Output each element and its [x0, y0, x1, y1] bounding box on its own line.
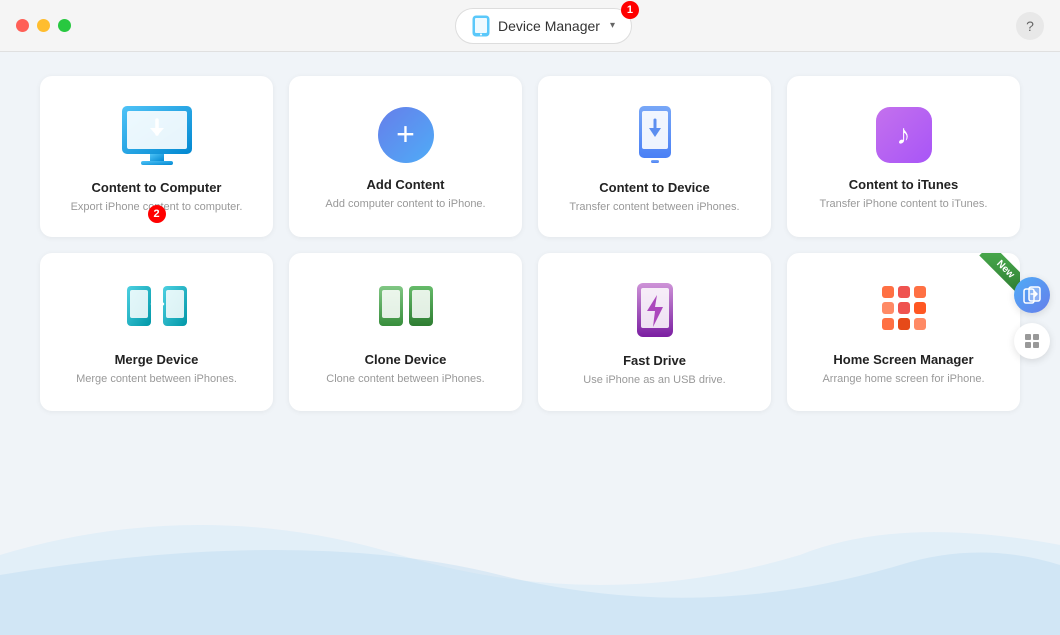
- close-button[interactable]: [16, 19, 29, 32]
- card-desc: Transfer content between iPhones.: [569, 200, 739, 215]
- fast-drive-icon: [629, 281, 681, 339]
- card-desc: Transfer iPhone content to iTunes.: [820, 197, 988, 212]
- card-fast-drive[interactable]: Fast Drive Use iPhone as an USB drive.: [538, 253, 771, 410]
- card-title: Content to Device: [599, 180, 710, 195]
- transfer-icon: [1023, 286, 1041, 304]
- new-badge: New: [968, 253, 1020, 305]
- card-title: Content to iTunes: [849, 177, 959, 192]
- card-title: Merge Device: [115, 352, 199, 367]
- maximize-button[interactable]: [58, 19, 71, 32]
- card-add-content[interactable]: + Add Content Add computer content to iP…: [289, 76, 522, 237]
- titlebar: Device Manager ▾ 1 ?: [0, 0, 1060, 52]
- notification-badge: 1: [621, 1, 639, 19]
- card-desc: Add computer content to iPhone.: [325, 197, 485, 212]
- card-title: Home Screen Manager: [833, 352, 973, 367]
- background-wave: [0, 475, 1060, 635]
- card-title: Fast Drive: [623, 353, 686, 368]
- card-badge: 2: [148, 205, 166, 223]
- card-clone-device[interactable]: Clone Device Clone content between iPhon…: [289, 253, 522, 410]
- content-to-computer-icon: [117, 104, 197, 166]
- card-content-to-itunes[interactable]: ♪ Content to iTunes Transfer iPhone cont…: [787, 76, 1020, 237]
- card-title: Clone Device: [365, 352, 447, 367]
- card-desc: Merge content between iPhones.: [76, 372, 237, 387]
- help-button[interactable]: ?: [1016, 12, 1044, 40]
- transfer-button[interactable]: [1014, 277, 1050, 313]
- card-content-to-device[interactable]: Content to Device Transfer content betwe…: [538, 76, 771, 237]
- card-merge-device[interactable]: Merge Device Merge content between iPhon…: [40, 253, 273, 410]
- card-title: Add Content: [367, 177, 445, 192]
- main-content: Content to Computer Export iPhone conten…: [0, 52, 1060, 435]
- itunes-circle-icon: ♪: [876, 107, 932, 163]
- card-title: Content to Computer: [92, 180, 222, 195]
- grid-icon: [1024, 333, 1040, 349]
- card-desc: Arrange home screen for iPhone.: [822, 372, 984, 387]
- app-selector-dropdown[interactable]: Device Manager ▾ 1: [455, 8, 632, 44]
- app-selector-label: Device Manager: [498, 18, 600, 34]
- grid-view-button[interactable]: [1014, 323, 1050, 359]
- minimize-button[interactable]: [37, 19, 50, 32]
- clone-device-icon: [375, 282, 437, 338]
- sidebar-right: [1014, 277, 1050, 359]
- card-content-to-computer[interactable]: Content to Computer Export iPhone conten…: [40, 76, 273, 237]
- card-home-screen-manager[interactable]: New Home Screen Manager Arrange home scr…: [787, 253, 1020, 410]
- chevron-down-icon: ▾: [610, 20, 615, 31]
- iphone-icon: [472, 15, 490, 37]
- card-desc: Use iPhone as an USB drive.: [583, 373, 725, 388]
- content-to-device-icon: [631, 104, 679, 166]
- traffic-lights: [16, 19, 71, 32]
- add-circle-icon: +: [378, 107, 434, 163]
- add-content-icon: +: [378, 107, 434, 163]
- content-to-itunes-icon: ♪: [876, 107, 932, 163]
- home-screen-manager-icon: [878, 282, 930, 338]
- merge-device-icon: [126, 282, 188, 338]
- card-desc: Clone content between iPhones.: [326, 372, 484, 387]
